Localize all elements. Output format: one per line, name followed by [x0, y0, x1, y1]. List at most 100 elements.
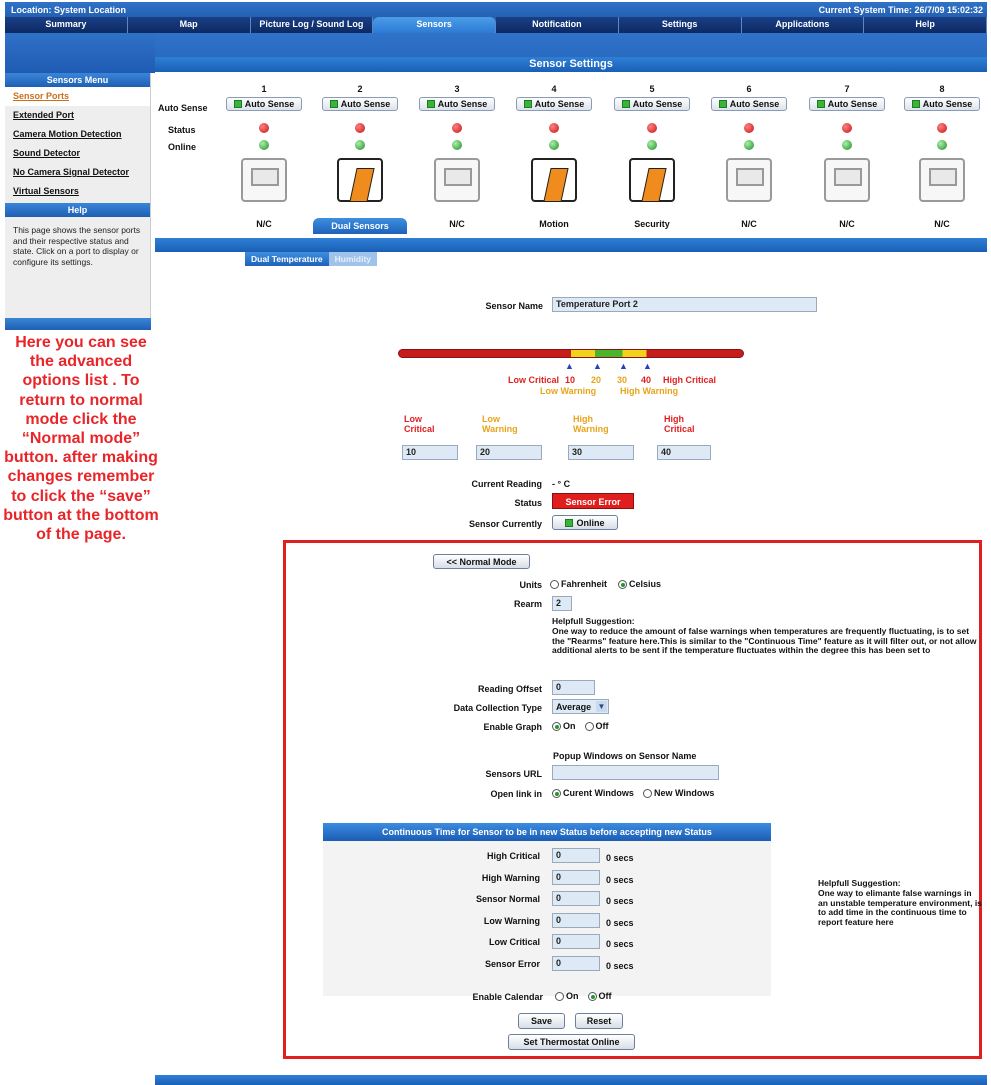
enable-calendar-label: Enable Calendar — [472, 992, 543, 1002]
low-critical-input[interactable]: 10 — [402, 445, 458, 460]
calendar-on-radio[interactable] — [555, 992, 564, 1002]
continuous-row-input[interactable]: 0 — [552, 955, 600, 971]
tab-help[interactable]: Help — [864, 17, 987, 33]
subtab-humidity[interactable]: Humidity — [328, 252, 378, 266]
graph-on-radio[interactable] — [552, 722, 561, 732]
continuous-row-input[interactable]: 0 — [552, 934, 600, 949]
port-number: 4 — [551, 84, 557, 94]
port-icon[interactable] — [726, 158, 772, 202]
sensor-name-input[interactable]: Temperature Port 2 — [552, 297, 817, 312]
high-critical-label: High Critical — [664, 414, 695, 434]
sidebar-bottom-bar — [5, 318, 151, 330]
auto-sense-button[interactable]: Auto Sense — [711, 97, 787, 111]
port-type-label: N/C — [934, 219, 950, 229]
sidebar-item-extended-port[interactable]: Extended Port — [5, 106, 150, 125]
port-slot-icon — [736, 168, 764, 186]
reset-button[interactable]: Reset — [575, 1013, 623, 1029]
sensors-url-input[interactable] — [552, 765, 719, 780]
set-thermostat-online-button[interactable]: Set Thermostat Online — [508, 1034, 635, 1050]
fahrenheit-radio[interactable] — [550, 580, 559, 590]
port-slot-icon — [251, 168, 279, 186]
status-led — [937, 123, 947, 133]
status-led — [452, 123, 462, 133]
auto-sense-button[interactable]: Auto Sense — [419, 97, 495, 111]
units-label: Units — [519, 580, 543, 590]
sensor-currently-label: Sensor Currently — [468, 519, 542, 529]
rearm-suggestion: Helpfull Suggestion: One way to reduce t… — [552, 616, 977, 656]
tab-summary[interactable]: Summary — [5, 17, 128, 33]
reading-offset-input[interactable]: 0 — [552, 680, 595, 695]
rearm-input[interactable]: 2 — [552, 596, 572, 611]
low-warning-input[interactable]: 20 — [476, 445, 542, 460]
port-icon[interactable] — [824, 158, 870, 202]
continuous-row-label: High Critical — [486, 851, 540, 861]
tab-picture-log[interactable]: Picture Log / Sound Log — [250, 17, 374, 33]
high-warning-label: High Warning — [573, 414, 609, 434]
scale-marker-40[interactable]: ▲ — [643, 361, 652, 371]
sidebar-item-sound-detector[interactable]: Sound Detector — [5, 144, 150, 163]
scale-value-30: 30 — [617, 375, 628, 385]
page-title: Sensor Settings — [155, 57, 987, 72]
sidebar: Sensors Menu Sensor Ports Extended Port … — [5, 73, 151, 318]
header-band — [155, 33, 987, 57]
sidebar-item-camera-motion[interactable]: Camera Motion Detection — [5, 125, 150, 144]
tab-sensors[interactable]: Sensors — [373, 17, 496, 33]
port-icon[interactable] — [241, 158, 287, 202]
online-button[interactable]: Online — [552, 515, 618, 530]
normal-mode-button[interactable]: << Normal Mode — [433, 554, 530, 569]
port-slot-icon — [834, 168, 862, 186]
continuous-row-unit: 0 secs — [606, 874, 634, 885]
scale-marker-10[interactable]: ▲ — [565, 361, 574, 371]
low-warning-label: Low Warning — [482, 414, 518, 434]
tab-applications[interactable]: Applications — [741, 17, 865, 33]
port-type-label: N/C — [449, 219, 465, 229]
enable-graph-label: Enable Graph — [483, 722, 542, 732]
data-collection-select[interactable]: Average ▼ — [552, 699, 609, 714]
auto-sense-button[interactable]: Auto Sense — [614, 97, 690, 111]
calendar-off-radio[interactable] — [587, 992, 597, 1002]
high-critical-input[interactable]: 40 — [657, 445, 711, 460]
auto-sense-button[interactable]: Auto Sense — [322, 97, 398, 111]
save-button[interactable]: Save — [518, 1013, 565, 1029]
continuous-row-input[interactable]: 0 — [552, 869, 600, 885]
sensors-menu-title: Sensors Menu — [5, 73, 150, 87]
main-tabs: Summary Map Picture Log / Sound Log Sens… — [5, 17, 987, 33]
threshold-scale-bar — [398, 349, 744, 358]
continuous-row-input[interactable]: 0 — [552, 891, 600, 906]
current-reading-label: Current Reading — [471, 479, 542, 489]
auto-sense-button[interactable]: Auto Sense — [809, 97, 885, 111]
sidebar-item-virtual-sensors[interactable]: Virtual Sensors — [5, 182, 150, 201]
location-label: Location: System Location — [11, 5, 127, 15]
green-square-icon — [233, 100, 242, 108]
tab-dual-sensors[interactable]: Dual Sensors — [313, 218, 407, 234]
port-icon[interactable] — [337, 158, 383, 202]
port-icon[interactable] — [919, 158, 965, 202]
new-windows-radio[interactable] — [642, 789, 652, 799]
auto-sense-button[interactable]: Auto Sense — [904, 97, 980, 111]
continuous-row-label: Sensor Normal — [475, 894, 540, 904]
continuous-time-panel — [323, 841, 771, 996]
chevron-down-icon: ▼ — [596, 701, 607, 712]
port-icon[interactable] — [629, 158, 675, 202]
celsius-radio[interactable] — [618, 580, 628, 590]
port-icon[interactable] — [531, 158, 577, 202]
high-warning-input[interactable]: 30 — [568, 445, 634, 460]
subtab-dual-temperature[interactable]: Dual Temperature — [245, 252, 329, 266]
tab-notification[interactable]: Notification — [496, 17, 619, 33]
continuous-row-input[interactable]: 0 — [552, 848, 600, 863]
graph-off-radio[interactable] — [584, 722, 594, 732]
current-windows-radio[interactable] — [552, 789, 561, 799]
scale-marker-20[interactable]: ▲ — [593, 361, 602, 371]
tab-map[interactable]: Map — [127, 17, 251, 33]
continuous-row-label: High Warning — [481, 872, 540, 883]
sidebar-item-no-camera-signal[interactable]: No Camera Signal Detector — [5, 163, 150, 182]
continuous-row-unit: 0 secs — [606, 939, 634, 949]
sidebar-item-sensor-ports[interactable]: Sensor Ports — [5, 87, 150, 106]
port-icon[interactable] — [434, 158, 480, 202]
scale-marker-30[interactable]: ▲ — [619, 361, 628, 371]
continuous-row-input[interactable]: 0 — [552, 912, 600, 928]
auto-sense-button[interactable]: Auto Sense — [516, 97, 592, 111]
continuous-row-unit: 0 secs — [606, 896, 634, 906]
auto-sense-button[interactable]: Auto Sense — [226, 97, 302, 111]
tab-settings[interactable]: Settings — [618, 17, 742, 33]
